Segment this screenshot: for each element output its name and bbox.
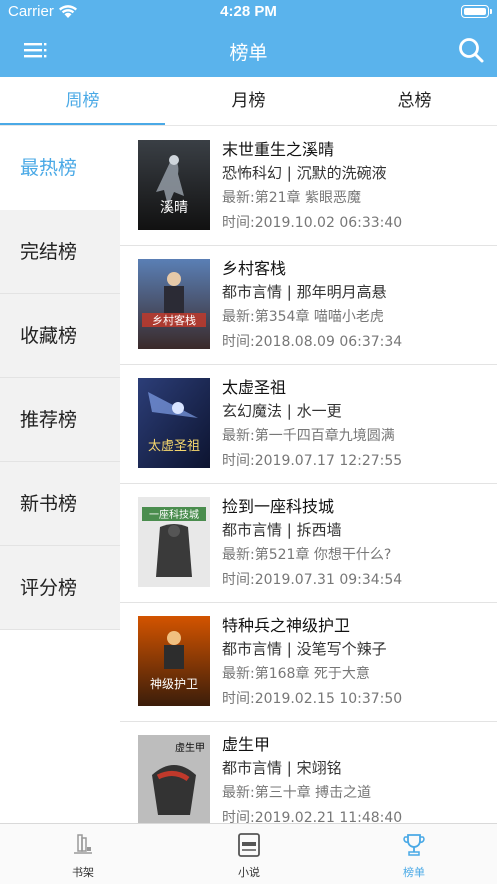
- book-genre-author: 都市言情 | 那年明月高悬: [222, 283, 387, 301]
- novel-icon: [238, 833, 260, 857]
- book-latest-chapter: 最新:第354章 喵喵小老虎: [222, 309, 384, 325]
- bottom-tab-novel[interactable]: 小说: [166, 824, 332, 884]
- navigation-bar: Carrier 4:28 PM 榜单: [0, 0, 497, 77]
- book-latest-chapter: 最新:第521章 你想干什么?: [222, 547, 392, 563]
- book-title: 特种兵之神级护卫: [222, 616, 351, 635]
- book-update-time: 时间:2018.08.09 06:37:34: [222, 334, 403, 350]
- book-row[interactable]: 神级护卫 特种兵之神级护卫 都市言情 | 没笔写个辣子 最新:第168章 死于大…: [120, 602, 497, 722]
- book-title: 末世重生之溪晴: [222, 140, 335, 159]
- search-icon[interactable]: [457, 36, 485, 64]
- sidebar-item-completed[interactable]: 完结榜: [0, 210, 120, 294]
- book-update-time: 时间:2019.10.02 06:33:40: [222, 215, 403, 231]
- book-latest-chapter: 最新:第168章 死于大意: [222, 666, 370, 682]
- book-genre-author: 都市言情 | 拆西墙: [222, 521, 342, 539]
- sidebar-item-new-books[interactable]: 新书榜: [0, 462, 120, 546]
- sidebar-item-favorites[interactable]: 收藏榜: [0, 294, 120, 378]
- bottom-tab-label: 小说: [238, 866, 260, 879]
- book-genre-author: 玄幻魔法 | 水一更: [222, 402, 342, 420]
- book-latest-chapter: 最新:第三十章 搏击之道: [222, 785, 372, 801]
- book-cover: 神级护卫: [138, 616, 210, 706]
- book-update-time: 时间:2019.07.17 12:27:55: [222, 453, 403, 469]
- tab-all-time[interactable]: 总榜: [332, 77, 497, 125]
- cover-title: 神级护卫: [150, 677, 198, 691]
- book-latest-chapter: 最新:第21章 紫眼恶魔: [222, 190, 361, 206]
- bottom-tab-label: 书架: [72, 866, 94, 879]
- cover-title: 一座科技城: [149, 508, 199, 521]
- book-update-time: 时间:2019.02.21 11:48:40: [222, 810, 403, 823]
- book-list: 溪晴 末世重生之溪晴 恐怖科幻 | 沉默的洗碗液 最新:第21章 紫眼恶魔 时间…: [120, 126, 497, 823]
- status-bar: Carrier 4:28 PM: [0, 0, 497, 24]
- book-row[interactable]: 虚生甲 虚生甲 都市言情 | 宋翊铭 最新:第三十章 搏击之道 时间:2019.…: [120, 721, 497, 823]
- book-genre-author: 都市言情 | 宋翊铭: [222, 759, 342, 777]
- book-row[interactable]: 太虚圣祖 太虚圣祖 玄幻魔法 | 水一更 最新:第一千四百章九境圆满 时间:20…: [120, 364, 497, 484]
- book-row[interactable]: 乡村客栈 乡村客栈 都市言情 | 那年明月高悬 最新:第354章 喵喵小老虎 时…: [120, 245, 497, 365]
- book-cover: 太虚圣祖: [138, 378, 210, 468]
- tab-monthly[interactable]: 月榜: [166, 77, 331, 125]
- sidebar-item-recommended[interactable]: 推荐榜: [0, 378, 120, 462]
- bottom-tab-rankings[interactable]: 榜单: [331, 824, 497, 884]
- sidebar-item-hottest[interactable]: 最热榜: [0, 126, 120, 210]
- trophy-icon: [403, 834, 425, 856]
- book-cover: 溪晴: [138, 140, 210, 230]
- period-tabs: 周榜 月榜 总榜: [0, 77, 497, 126]
- tab-weekly[interactable]: 周榜: [0, 77, 165, 125]
- battery-icon: [461, 5, 492, 18]
- book-row[interactable]: 一座科技城 捡到一座科技城 都市言情 | 拆西墙 最新:第521章 你想干什么?…: [120, 483, 497, 603]
- book-title: 虚生甲: [222, 735, 271, 754]
- active-tab-indicator: [0, 123, 165, 125]
- cover-title: 溪晴: [160, 200, 188, 216]
- sidebar-item-rating[interactable]: 评分榜: [0, 546, 120, 630]
- cover-title: 乡村客栈: [152, 313, 196, 327]
- book-cover: 乡村客栈: [138, 259, 210, 349]
- book-title: 乡村客栈: [222, 259, 287, 278]
- bookshelf-icon: [74, 834, 92, 854]
- book-update-time: 时间:2019.07.31 09:34:54: [222, 572, 403, 588]
- book-genre-author: 恐怖科幻 | 沉默的洗碗液: [222, 164, 387, 182]
- cover-title: 太虚圣祖: [148, 439, 200, 454]
- book-title: 太虚圣祖: [222, 378, 287, 397]
- bottom-tab-bookshelf[interactable]: 书架: [0, 824, 166, 884]
- book-cover: 虚生甲: [138, 735, 210, 823]
- book-cover: 一座科技城: [138, 497, 210, 587]
- book-update-time: 时间:2019.02.15 10:37:50: [222, 691, 403, 707]
- ranking-sidebar: 最热榜 完结榜 收藏榜 推荐榜 新书榜 评分榜: [0, 126, 120, 630]
- cover-title: 虚生甲: [175, 741, 205, 754]
- book-latest-chapter: 最新:第一千四百章九境圆满: [222, 428, 395, 444]
- bottom-tab-label: 榜单: [403, 866, 425, 879]
- bottom-tab-bar: 书架 小说 榜单: [0, 823, 497, 884]
- book-title: 捡到一座科技城: [222, 497, 335, 516]
- page-title: 榜单: [229, 42, 268, 64]
- status-time: 4:28 PM: [220, 3, 277, 20]
- book-genre-author: 都市言情 | 没笔写个辣子: [222, 640, 387, 658]
- book-row[interactable]: 溪晴 末世重生之溪晴 恐怖科幻 | 沉默的洗碗液 最新:第21章 紫眼恶魔 时间…: [120, 126, 497, 246]
